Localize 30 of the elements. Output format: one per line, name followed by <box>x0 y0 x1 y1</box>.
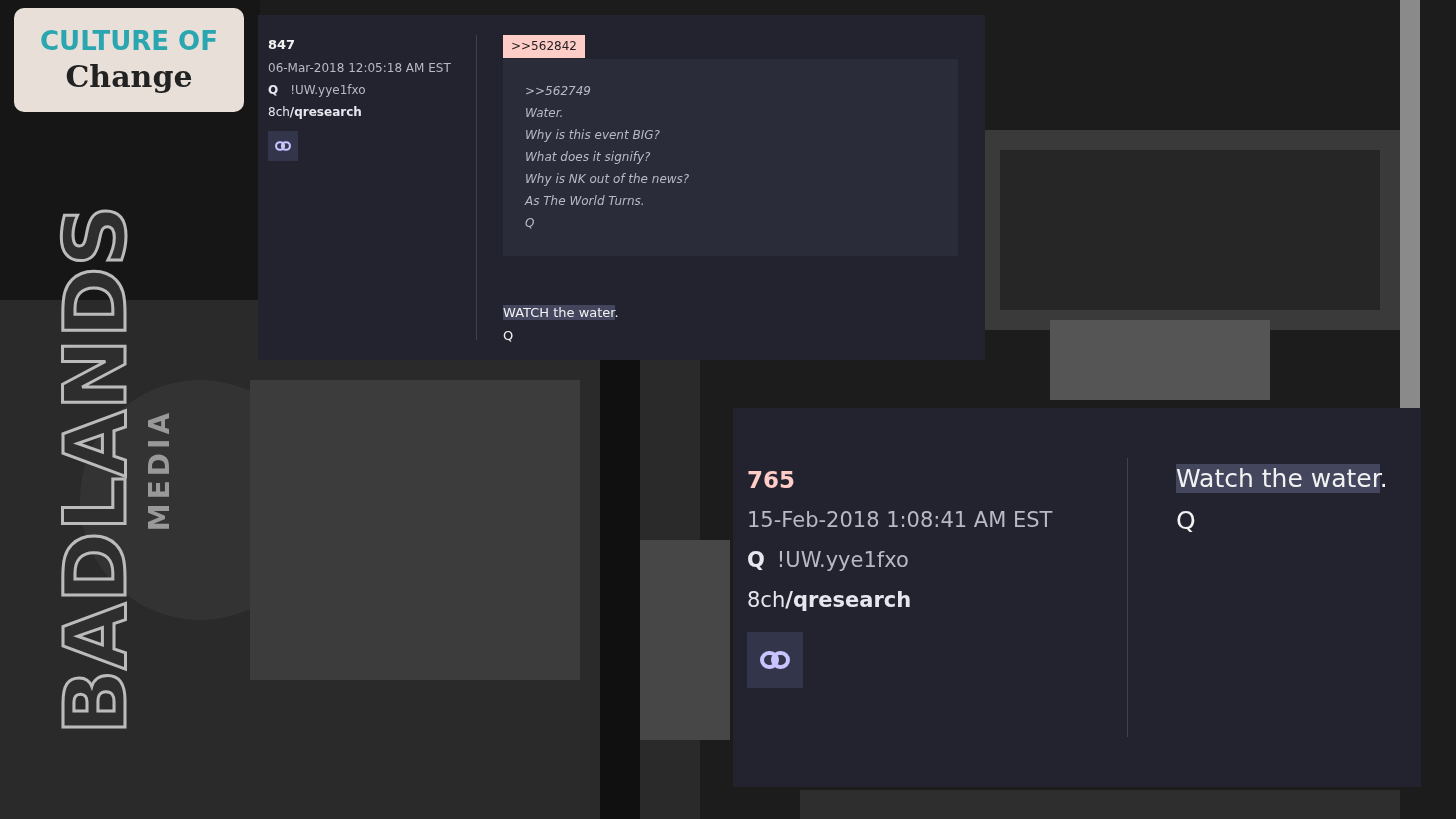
quote-line: Why is NK out of the news? <box>525 171 691 188</box>
post-date: 06-Mar-2018 12:05:18 AM EST <box>268 60 451 77</box>
post-number: 765 <box>747 466 795 495</box>
quote-line: >>562749 <box>525 83 592 100</box>
logo-text: CULTURE OF <box>40 25 218 58</box>
brand-subtext: MEDIA <box>142 408 177 532</box>
quote-line: What does it signify? <box>525 149 652 166</box>
post-message: Watch the water. <box>1176 463 1388 495</box>
tripcode: !UW.yye1fxo <box>776 547 909 574</box>
reply-tag: >>562842 <box>503 35 585 58</box>
brand-text: BADLANDS <box>50 204 140 736</box>
tripcode: !UW.yye1fxo <box>290 82 366 99</box>
link-icon <box>275 141 291 151</box>
logo-text: Change <box>65 58 193 96</box>
link-button[interactable] <box>268 131 298 161</box>
post-message: Q <box>503 327 515 345</box>
post-number: 847 <box>268 36 296 54</box>
post-message: WATCH the water. <box>503 304 619 322</box>
quote-line: Why is this event BIG? <box>525 127 661 144</box>
post-message: Q <box>1176 505 1197 537</box>
board-name: 8ch/qresearch <box>747 587 912 614</box>
author-name: Q <box>268 82 279 99</box>
author-name: Q <box>747 547 765 574</box>
link-button[interactable] <box>747 632 803 688</box>
board-name: 8ch/qresearch <box>268 104 362 121</box>
post-date: 15-Feb-2018 1:08:41 AM EST <box>747 507 1053 534</box>
quote-line: Water. <box>525 105 565 122</box>
quote-line: As The World Turns. <box>525 193 646 210</box>
link-icon <box>760 651 790 669</box>
quote-line: Q <box>525 215 536 232</box>
